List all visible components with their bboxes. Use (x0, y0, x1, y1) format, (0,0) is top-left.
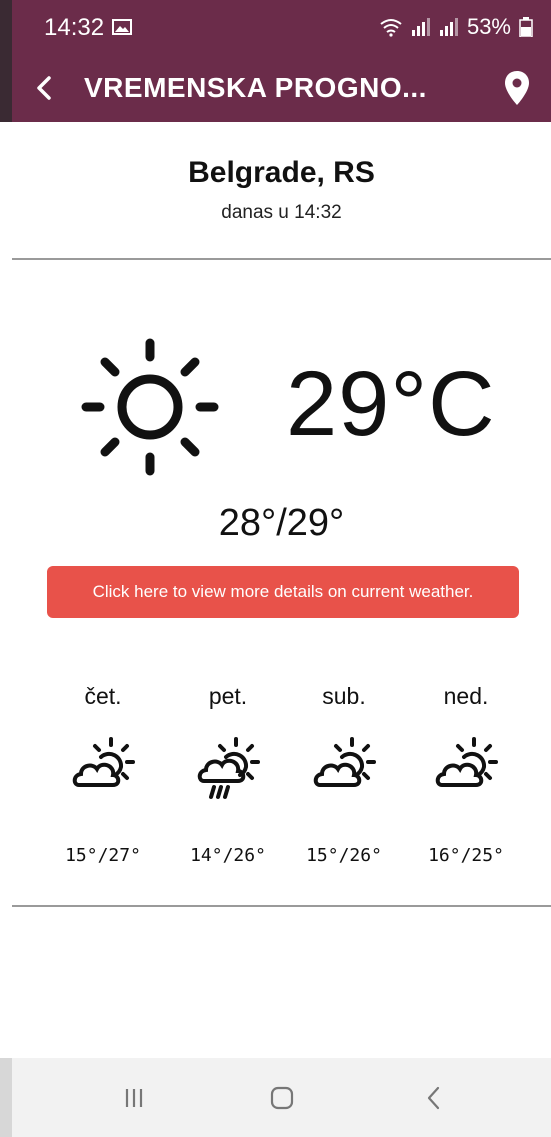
top-divider (12, 258, 551, 260)
navigation-bar (12, 1058, 551, 1137)
bottom-divider (12, 905, 551, 907)
signal-icon (439, 18, 458, 36)
forecast-day-name: čet. (84, 683, 122, 709)
screen-edge-bottom (0, 1058, 12, 1137)
system-back-button[interactable] (404, 1078, 464, 1118)
forecast-day: čet. 15°/27° (43, 683, 163, 883)
forecast-range: 15°/26° (306, 845, 382, 866)
image-icon (112, 19, 132, 35)
partly-cloudy-rain-icon (197, 737, 260, 799)
location-pin-icon (505, 71, 529, 105)
current-temperature: 29°C (286, 353, 496, 455)
recent-apps-icon (125, 1089, 143, 1107)
battery-percent: 53% (466, 14, 511, 39)
signal-icon (411, 18, 430, 36)
battery-icon (519, 17, 533, 37)
forecast-day-name: pet. (208, 683, 248, 709)
location-button[interactable] (495, 66, 539, 110)
forecast-day: pet. 14°/26° (168, 683, 288, 883)
forecast-day: ned. 16°/25° (406, 683, 526, 883)
partly-cloudy-icon (435, 737, 498, 787)
app-title: VREMENSKA PROGNO... (84, 72, 427, 103)
wifi-icon (380, 19, 402, 37)
status-indicators: 53% (379, 14, 533, 40)
back-button[interactable] (24, 68, 64, 108)
screen-edge-top (0, 0, 12, 122)
forecast-range: 14°/26° (190, 845, 266, 866)
forecast-range: 16°/25° (428, 845, 504, 866)
forecast-day-name: sub. (322, 683, 366, 709)
partly-cloudy-icon (72, 737, 135, 787)
partly-cloudy-icon (313, 737, 376, 787)
app-bar: VREMENSKA PROGNO... (12, 54, 551, 122)
current-min-max: 28°/29° (218, 502, 345, 544)
forecast-range: 15°/27° (65, 845, 141, 866)
city-name: Belgrade, RS (188, 156, 375, 189)
home-button[interactable] (252, 1078, 312, 1118)
back-arrow-icon (37, 76, 51, 100)
updated-time: danas u 14:32 (221, 202, 342, 223)
screen-edge (0, 0, 12, 1137)
status-bar: 14:32 53% (12, 0, 551, 54)
status-time: 14:32 (44, 14, 105, 41)
details-button[interactable]: Click here to view more details on curre… (47, 566, 519, 618)
sun-icon (81, 338, 219, 476)
home-icon (270, 1086, 294, 1110)
forecast-day-name: ned. (443, 683, 489, 709)
forecast-day: sub. 15°/26° (284, 683, 404, 883)
recent-apps-button[interactable] (104, 1078, 164, 1118)
back-icon (427, 1086, 440, 1110)
